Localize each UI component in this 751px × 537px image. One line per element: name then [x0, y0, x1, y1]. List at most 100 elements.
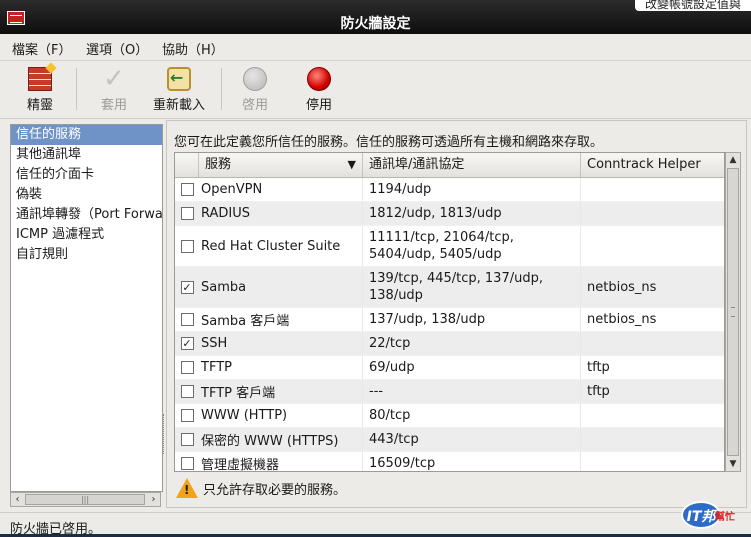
- logo-sub: 幫忙: [715, 512, 735, 523]
- service-helper-cell: [581, 452, 724, 471]
- service-helper-cell: tftp: [587, 384, 610, 399]
- scroll-thumb[interactable]: [727, 168, 739, 456]
- table-row[interactable]: 管理虛擬機器 16509/tcp: [175, 452, 724, 471]
- sidebar-item-masquerading[interactable]: 偽裝: [11, 185, 162, 205]
- scroll-left-icon[interactable]: ‹: [11, 493, 24, 506]
- service-name-cell: TFTP 客戶端: [199, 380, 363, 403]
- sidebar-item-other-ports[interactable]: 其他通訊埠: [11, 145, 162, 165]
- scroll-down-icon[interactable]: ▼: [726, 457, 740, 471]
- table-row[interactable]: TFTP 69/udp tftp: [175, 356, 724, 380]
- service-ports-cell: 22/tcp: [363, 332, 581, 355]
- service-helper-cell: [581, 332, 724, 355]
- service-checkbox[interactable]: [180, 313, 194, 326]
- service-ports-cell: 443/tcp: [363, 428, 581, 451]
- menu-help[interactable]: 協助（H）: [162, 39, 224, 58]
- menu-bar: 檔案（F） 選項（O） 協助（H）: [0, 34, 751, 61]
- service-checkbox[interactable]: [180, 433, 194, 446]
- enable-circle-icon: [243, 67, 267, 91]
- row-check-cell: [175, 308, 199, 331]
- apply-button[interactable]: ✓ 套用: [92, 64, 136, 114]
- wizard-button[interactable]: 精靈: [18, 64, 62, 114]
- row-check-cell: ✓: [175, 332, 199, 355]
- scroll-thumb[interactable]: |||: [25, 494, 145, 505]
- table-row[interactable]: Red Hat Cluster Suite 11111/tcp, 21064/tc…: [175, 226, 724, 267]
- scroll-up-icon[interactable]: ▲: [726, 153, 740, 167]
- header-service[interactable]: 服務 ▼: [199, 153, 363, 177]
- service-name-cell: SSH: [199, 332, 363, 355]
- disable-label: 停用: [305, 98, 332, 113]
- disable-button[interactable]: 停用: [297, 64, 341, 114]
- service-ports-cell: 1812/udp, 1813/udp: [363, 202, 581, 225]
- table-row[interactable]: 保密的 WWW (HTTPS) 443/tcp: [175, 428, 724, 452]
- service-name-cell: Red Hat Cluster Suite: [199, 226, 363, 266]
- ithome-watermark-logo: IT邦 幫忙: [681, 499, 747, 533]
- service-name-cell: RADIUS: [199, 202, 363, 225]
- row-check-cell: [175, 356, 199, 379]
- service-ports-cell: 16509/tcp: [363, 452, 581, 471]
- table-body: OpenVPN 1194/udp RADIUS 1812/udp, 1813/udp R…: [175, 178, 724, 471]
- service-name-cell: Samba: [199, 267, 363, 307]
- title-bar[interactable]: 防火牆設定 改變帳號設定值與: [0, 0, 751, 34]
- menu-file[interactable]: 檔案（F）: [12, 39, 71, 58]
- status-text: 防火牆已啓用。: [10, 522, 102, 537]
- table-row[interactable]: ✓ SSH 22/tcp: [175, 332, 724, 356]
- tooltip-text: 改變帳號設定值與: [634, 0, 751, 11]
- table-row[interactable]: WWW (HTTP) 80/tcp: [175, 404, 724, 428]
- table-header: 服務 ▼ 通訊埠/通訊協定 Conntrack Helper: [175, 153, 724, 178]
- service-ports-cell: 80/tcp: [363, 404, 581, 427]
- service-helper-cell: [581, 404, 724, 427]
- warning-text: 只允許存取必要的服務。: [203, 483, 347, 498]
- service-checkbox[interactable]: [180, 207, 194, 220]
- table-row[interactable]: TFTP 客戶端 --- tftp: [175, 380, 724, 404]
- toolbar-separator: [221, 68, 222, 110]
- apply-label: 套用: [100, 98, 127, 113]
- service-name-cell: 管理虛擬機器: [199, 452, 363, 471]
- warning-icon: !: [176, 478, 198, 498]
- service-name-cell: OpenVPN: [199, 178, 363, 201]
- sort-chevron-down-icon: ▼: [347, 158, 356, 171]
- panel-description: 您可在此定義您所信任的服務。信任的服務可透過所有主機和網路來存取。: [174, 135, 604, 150]
- service-checkbox[interactable]: [180, 183, 194, 196]
- sidebar-item-trusted-interfaces[interactable]: 信任的介面卡: [11, 165, 162, 185]
- service-checkbox[interactable]: [180, 385, 194, 398]
- service-checkbox[interactable]: [180, 409, 194, 422]
- service-helper-cell: [581, 178, 724, 201]
- row-check-cell: [175, 380, 199, 403]
- sidebar-item-port-forwarding[interactable]: 通訊埠轉發（Port Forwa: [11, 205, 162, 225]
- service-checkbox[interactable]: [180, 457, 194, 470]
- menu-options[interactable]: 選項（O）: [86, 39, 148, 58]
- service-ports-cell: 11111/tcp, 21064/tcp, 5404/udp, 5405/udp: [363, 226, 581, 266]
- sidebar-horizontal-scrollbar[interactable]: ‹ ||| ›: [10, 492, 161, 507]
- status-bar: 防火牆已啓用。: [0, 512, 751, 537]
- table-row[interactable]: ✓ Samba 139/tcp, 445/tcp, 137/udp, 138/udp…: [175, 267, 724, 308]
- wizard-icon: [28, 67, 52, 91]
- sidebar-item-trusted-services[interactable]: 信任的服務: [11, 125, 162, 145]
- row-check-cell: ✓: [175, 267, 199, 307]
- scroll-right-icon[interactable]: ›: [147, 493, 160, 506]
- service-helper-cell: [581, 428, 724, 451]
- service-ports-cell: 139/tcp, 445/tcp, 137/udp, 138/udp: [363, 267, 581, 307]
- toolbar: 精靈 ✓ 套用 重新載入 啓用 停用: [0, 60, 751, 119]
- service-checkbox[interactable]: ✓: [180, 337, 194, 350]
- toolbar-separator: [76, 68, 77, 110]
- header-ports[interactable]: 通訊埠/通訊協定: [363, 153, 581, 177]
- reload-button[interactable]: 重新載入: [148, 64, 210, 114]
- service-checkbox[interactable]: [180, 239, 194, 253]
- enable-button[interactable]: 啓用: [233, 64, 277, 114]
- services-table: 服務 ▼ 通訊埠/通訊協定 Conntrack Helper OpenVPN 11…: [174, 152, 725, 472]
- row-check-cell: [175, 202, 199, 225]
- sidebar-item-custom-rules[interactable]: 自訂規則: [11, 245, 162, 265]
- service-ports-cell: 1194/udp: [363, 178, 581, 201]
- table-vertical-scrollbar[interactable]: ▲ ▼: [725, 152, 741, 472]
- service-checkbox[interactable]: ✓: [180, 280, 194, 294]
- table-row[interactable]: RADIUS 1812/udp, 1813/udp: [175, 202, 724, 226]
- table-row[interactable]: Samba 客戶端 137/udp, 138/udp netbios_ns: [175, 308, 724, 332]
- header-helper[interactable]: Conntrack Helper: [581, 153, 724, 177]
- service-checkbox[interactable]: [180, 361, 194, 374]
- sidebar-item-icmp-filter[interactable]: ICMP 過濾程式: [11, 225, 162, 245]
- service-name-cell: Samba 客戶端: [199, 308, 363, 331]
- table-row[interactable]: OpenVPN 1194/udp: [175, 178, 724, 202]
- row-check-cell: [175, 452, 199, 471]
- window-title: 防火牆設定: [340, 16, 411, 32]
- header-check-column[interactable]: [175, 153, 199, 177]
